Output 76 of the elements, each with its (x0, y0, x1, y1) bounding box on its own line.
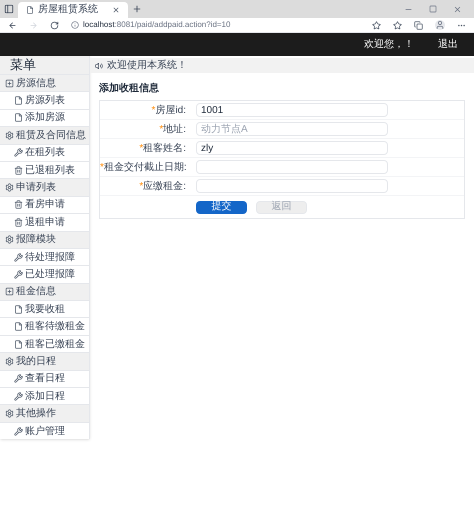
file-icon (14, 340, 23, 349)
menu-group[interactable]: 租赁及合同信息 (0, 126, 89, 144)
gear-icon (5, 409, 14, 418)
welcome-text: 欢迎您，！ (364, 38, 414, 52)
menu-item[interactable]: 退租申请 (0, 213, 89, 231)
menu-item[interactable]: 房源列表 (0, 91, 89, 109)
collections-icon[interactable] (414, 20, 423, 30)
menu-item[interactable]: 添加房源 (0, 108, 89, 126)
gear-icon (5, 356, 14, 366)
file-icon (14, 304, 23, 314)
page-icon (26, 6, 34, 14)
reload-icon[interactable] (50, 20, 59, 30)
menu-item[interactable]: 在租列表 (0, 144, 89, 161)
plus-square-icon (5, 287, 14, 296)
input-field[interactable]: 动力节点A (196, 122, 388, 136)
address-bar[interactable]: localhost:8081/paid/addpaid.action?id=10 (71, 21, 360, 29)
speaker-icon (95, 62, 103, 70)
favorites-icon[interactable] (393, 20, 402, 30)
file-icon (14, 322, 23, 332)
menu-item[interactable]: 账户管理 (0, 422, 89, 440)
menu-group[interactable]: 租金信息 (0, 282, 89, 300)
submit-button[interactable]: 提交 (196, 200, 247, 214)
wrench-icon (14, 252, 23, 262)
close-icon[interactable] (453, 4, 462, 14)
new-tab-icon[interactable] (132, 4, 142, 14)
trash-icon (14, 166, 23, 175)
file-icon (14, 96, 23, 106)
menu-item[interactable]: 租客待缴租金 (0, 317, 89, 335)
field-label: *房屋id: (150, 104, 187, 118)
input-field[interactable] (196, 160, 388, 174)
browser-tab[interactable]: 房屋租赁系统 (18, 2, 128, 18)
input-field[interactable] (196, 179, 388, 193)
menu-item[interactable]: 看房申请 (0, 196, 89, 214)
info-icon (71, 21, 79, 29)
logout-link[interactable]: 退出 (438, 37, 458, 52)
field-label: *租客姓名: (138, 142, 187, 156)
menu-item[interactable]: 已退租列表 (0, 160, 89, 178)
close-icon[interactable] (112, 6, 120, 14)
notice-text: 欢迎使用本系统！ (107, 60, 187, 70)
menu-item[interactable]: 我要收租 (0, 300, 89, 318)
menu-item[interactable]: 查看日程 (0, 370, 89, 388)
profile-icon[interactable] (435, 20, 445, 30)
menu-group[interactable]: 申请列表 (0, 178, 89, 196)
back-icon[interactable] (8, 20, 17, 30)
menu-item[interactable]: 添加日程 (0, 387, 89, 404)
menu-group[interactable]: 房源信息 (0, 74, 89, 92)
gear-icon (5, 130, 14, 140)
field-label: *应缴租金: (138, 180, 187, 194)
tabs-icon[interactable] (4, 4, 14, 14)
form-title: 添加收租信息 (98, 82, 160, 96)
input-field[interactable]: zly (196, 141, 388, 155)
favorite-icon[interactable] (372, 20, 381, 30)
wrench-icon (14, 426, 23, 436)
sidebar-title: 菜单 (0, 56, 89, 74)
gear-icon (5, 235, 14, 244)
gear-icon (5, 183, 14, 192)
menu-item[interactable]: 已处理报障 (0, 265, 89, 283)
wrench-icon (14, 148, 23, 158)
field-label: *地址: (158, 122, 187, 136)
menu-item[interactable]: 待处理报障 (0, 248, 89, 266)
input-field[interactable]: 1001 (196, 103, 388, 117)
maximize-icon[interactable] (429, 4, 437, 12)
wrench-icon (14, 392, 23, 401)
field-label: *租金交付截止日期: (100, 160, 188, 174)
trash-icon (14, 200, 23, 210)
file-icon (14, 113, 23, 122)
plus-square-icon (5, 78, 14, 88)
menu-group[interactable]: 报障模块 (0, 230, 89, 248)
menu-group[interactable]: 其他操作 (0, 404, 89, 422)
trash-icon (14, 218, 23, 227)
wrench-icon (14, 374, 23, 384)
tab-title: 房屋租赁系统 (38, 5, 99, 15)
wrench-icon (14, 270, 23, 279)
url-text: localhost:8081/paid/addpaid.action?id=10 (83, 21, 230, 29)
menu-group[interactable]: 我的日程 (0, 352, 89, 370)
menu-item[interactable]: 租客已缴租金 (0, 334, 89, 352)
